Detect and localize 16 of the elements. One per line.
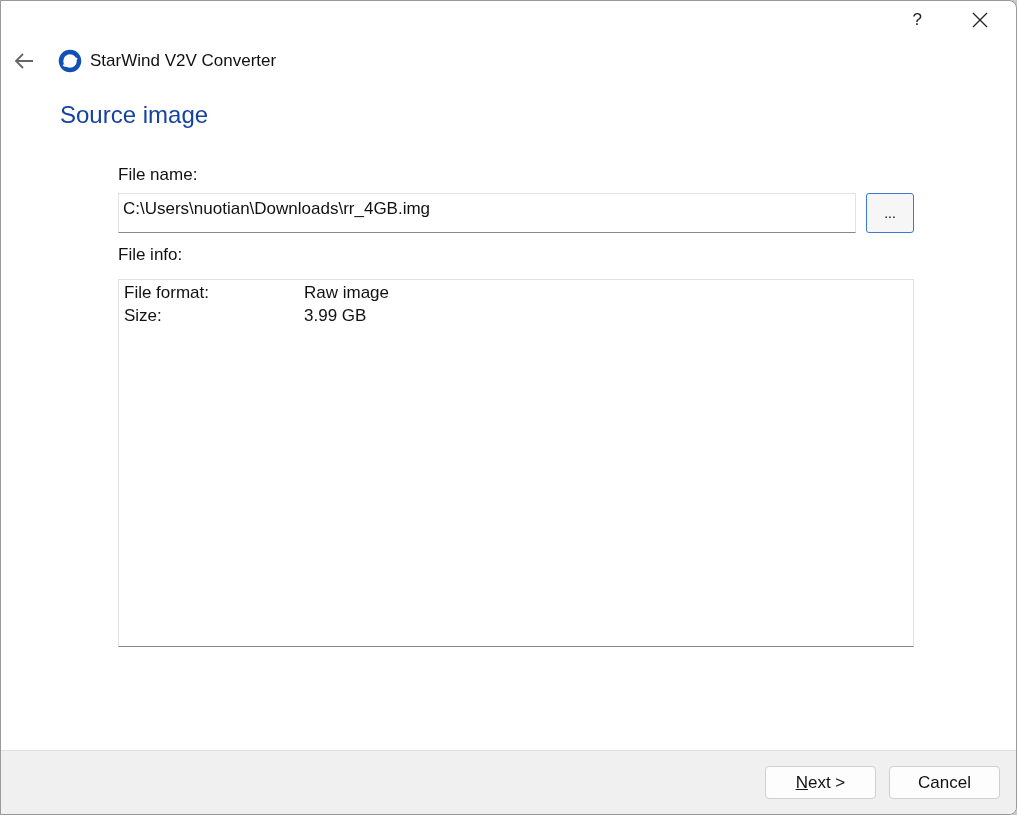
info-value: 3.99 GB — [304, 306, 367, 327]
page-title: Source image — [60, 101, 210, 129]
info-value: Raw image — [304, 283, 390, 304]
logo-icon — [58, 49, 82, 73]
close-icon[interactable] — [972, 12, 988, 28]
help-button[interactable]: ? — [912, 10, 922, 30]
file-info-label: File info: — [118, 245, 184, 266]
cancel-button[interactable]: Cancel — [889, 766, 1000, 799]
browse-button[interactable]: ... — [866, 193, 914, 233]
info-label: File format: — [124, 283, 211, 304]
next-button[interactable]: Next > — [765, 766, 876, 799]
info-label: Size: — [124, 306, 163, 327]
window-title: StarWind V2V Converter — [90, 51, 277, 71]
file-name-label: File name: — [118, 165, 199, 186]
back-arrow-icon[interactable] — [14, 53, 34, 69]
file-name-field[interactable]: C:\Users\nuotian\Downloads\rr_4GB.img — [118, 193, 856, 233]
